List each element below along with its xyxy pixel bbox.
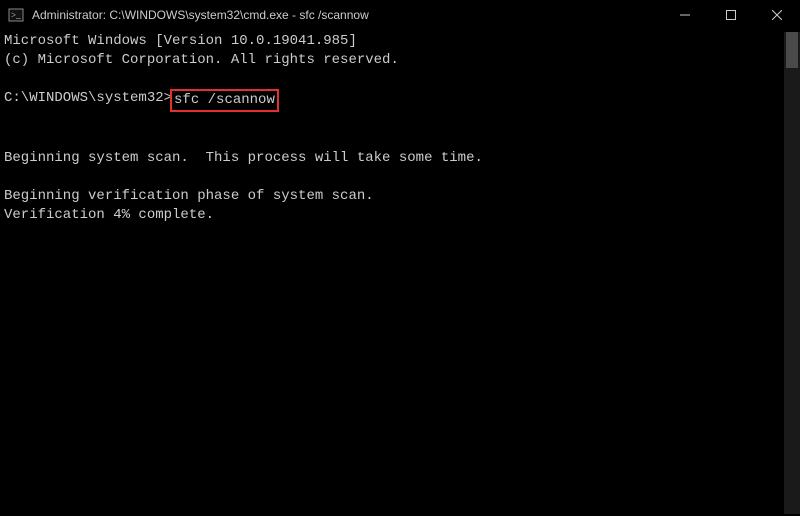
maximize-button[interactable] [708,0,754,30]
titlebar[interactable]: >_ Administrator: C:\WINDOWS\system32\cm… [0,0,800,30]
progress-line: Verification 4% complete. [4,207,214,223]
command-highlight: sfc /scannow [170,89,279,112]
prompt: C:\WINDOWS\system32> [4,89,172,112]
close-button[interactable] [754,0,800,30]
typed-command: sfc /scannow [174,92,275,108]
svg-text:>_: >_ [11,10,21,20]
minimize-button[interactable] [662,0,708,30]
cmd-icon: >_ [8,7,24,23]
cmd-window: >_ Administrator: C:\WINDOWS\system32\cm… [0,0,800,516]
verify-phase-line: Beginning verification phase of system s… [4,188,374,204]
scan-start-line: Beginning system scan. This process will… [4,150,483,166]
version-line: Microsoft Windows [Version 10.0.19041.98… [4,33,357,49]
console-body[interactable]: Microsoft Windows [Version 10.0.19041.98… [0,30,800,516]
window-title: Administrator: C:\WINDOWS\system32\cmd.e… [30,8,662,22]
console-text: Microsoft Windows [Version 10.0.19041.98… [4,32,784,514]
scrollbar-thumb[interactable] [786,32,798,68]
window-controls [662,0,800,30]
scrollbar-track[interactable] [784,32,800,514]
copyright-line: (c) Microsoft Corporation. All rights re… [4,52,399,68]
